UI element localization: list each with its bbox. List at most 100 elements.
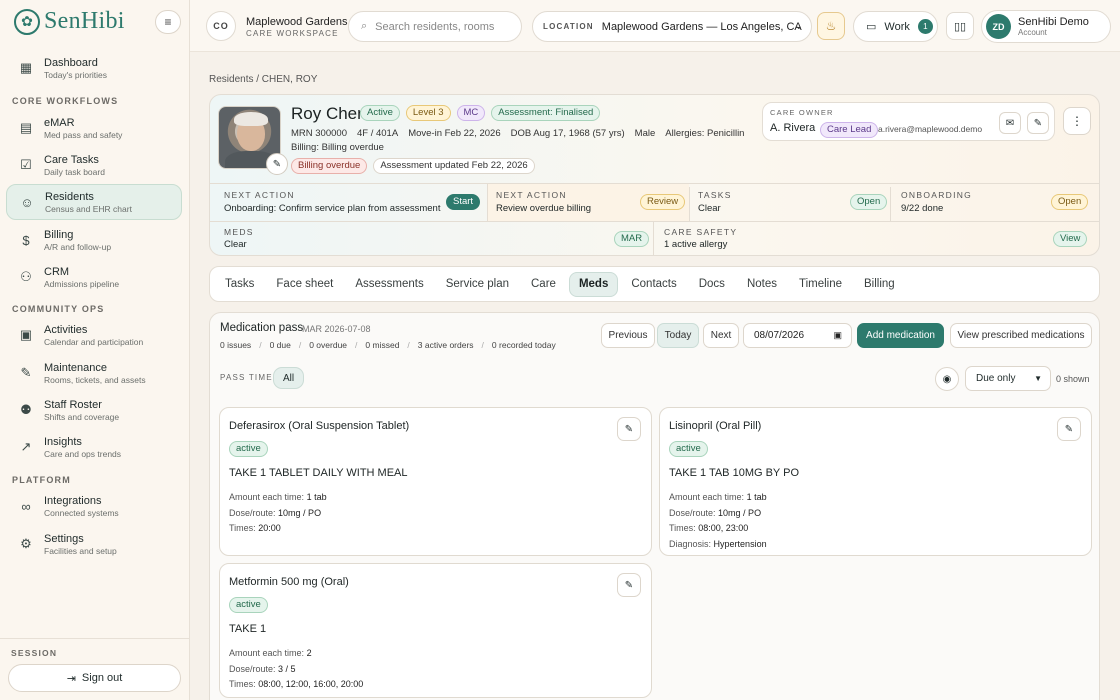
sidebar-item-billing[interactable]: $ Billing A/R and follow-up	[6, 222, 182, 258]
stat-missed: 0 missed	[365, 340, 400, 350]
stat-onboarding: ONBOARDING 9/22 done Open	[890, 187, 1099, 221]
medication-status-badge: active	[229, 597, 268, 613]
leaf-icon: ✿	[14, 8, 40, 35]
brand-logo[interactable]: ✿ SenHibi	[14, 8, 125, 35]
tab-face-sheet[interactable]: Face sheet	[267, 272, 342, 297]
start-button[interactable]: Start	[446, 194, 481, 210]
calendar-icon: ▣	[19, 327, 33, 342]
sidebar-item-staff-roster[interactable]: ⚉ Staff Roster Shifts and coverage	[6, 392, 182, 428]
location-select[interactable]: LOCATION Maplewood Gardens — Los Angeles…	[532, 11, 812, 42]
medication-name: Deferasirox (Oral Suspension Tablet)	[229, 420, 410, 432]
shown-count: 0 shown	[1056, 374, 1090, 384]
dose-label: Dose/route:	[669, 507, 716, 518]
checklist-icon: ☑	[20, 157, 32, 172]
sidebar-item-integrations[interactable]: ∞ Integrations Connected systems	[6, 488, 182, 524]
tasks-open-button[interactable]: Open	[850, 194, 888, 210]
visibility-toggle[interactable]: ◉	[935, 367, 959, 391]
view-prescribed-button[interactable]: View prescribed medications	[950, 323, 1092, 348]
previous-button[interactable]: Previous	[601, 323, 655, 348]
due-filter-value: Due only	[976, 373, 1016, 384]
assessment-badge: Assessment: Finalised	[491, 105, 601, 121]
tab-meds[interactable]: Meds	[568, 271, 619, 297]
tab-timeline[interactable]: Timeline	[790, 272, 851, 297]
pencil-icon: ✎	[1033, 117, 1043, 129]
sign-out-button[interactable]: ⇥ Sign out	[8, 664, 181, 692]
workspace-avatar[interactable]: CO	[206, 11, 236, 41]
edit-photo-button[interactable]: ✎	[266, 153, 288, 175]
sidebar-item-label: Maintenance	[44, 361, 107, 374]
next-button[interactable]: Next	[703, 323, 739, 348]
sidebar-item-maintenance[interactable]: ✎ Maintenance Rooms, tickets, and assets	[6, 355, 182, 391]
pass-time-all-chip[interactable]: All	[273, 367, 304, 389]
sidebar-item-emar[interactable]: ▤ eMAR Med pass and safety	[6, 110, 182, 146]
sidebar-item-sub: Daily task board	[44, 166, 105, 177]
medication-card: Metformin 500 mg (Oral) ✎ active TAKE 1 …	[219, 563, 652, 698]
amount-value: 1 tab	[746, 492, 767, 502]
add-medication-button[interactable]: Add medication	[857, 323, 944, 348]
alert-button[interactable]: ♨	[817, 12, 845, 40]
top-bar: CO Maplewood Gardens CARE WORKSPACE ⌕ Se…	[190, 0, 1120, 52]
menu-toggle-button[interactable]: ≡	[155, 10, 181, 34]
hamburger-icon: ≡	[164, 15, 172, 29]
tab-care[interactable]: Care	[522, 272, 565, 297]
account-menu[interactable]: ZD SenHibi Demo Account	[981, 10, 1111, 43]
edit-owner-button[interactable]: ✎	[1027, 112, 1049, 134]
email-button[interactable]: ✉	[999, 112, 1021, 134]
level-badge: Level 3	[405, 105, 451, 121]
sidebar-item-sub: Census and EHR chart	[45, 203, 132, 214]
edit-medication-button[interactable]: ✎	[617, 417, 641, 441]
medication-card: Lisinopril (Oral Pill) ✎ active TAKE 1 T…	[659, 407, 1092, 556]
stat-key: NEXT ACTION	[224, 190, 295, 200]
tab-service-plan[interactable]: Service plan	[437, 272, 518, 297]
tab-billing[interactable]: Billing	[855, 272, 904, 297]
status-badge: Active	[360, 105, 400, 121]
gear-icon: ⚙	[20, 536, 32, 551]
stat-value: Clear	[698, 203, 721, 214]
care-safety-view-button[interactable]: View	[1053, 231, 1088, 247]
sidebar-item-sub: Connected systems	[44, 507, 119, 518]
review-button[interactable]: Review	[640, 194, 686, 210]
section-core: CORE WORKFLOWS	[12, 96, 119, 106]
mar-button[interactable]: MAR	[614, 231, 650, 247]
date-input[interactable]: 08/07/2026 ▣	[743, 323, 852, 348]
tab-contacts[interactable]: Contacts	[622, 272, 685, 297]
book-icon: ▯▯	[953, 20, 967, 33]
tab-notes[interactable]: Notes	[738, 272, 786, 297]
pencil-icon: ✎	[624, 423, 634, 435]
onboarding-open-button[interactable]: Open	[1051, 194, 1089, 210]
sidebar-item-crm[interactable]: ⚇ CRM Admissions pipeline	[6, 259, 182, 295]
due-filter-select[interactable]: Due only ▼	[965, 366, 1051, 391]
search-input[interactable]: ⌕ Search residents, rooms	[348, 11, 522, 42]
inbox-icon: ▭	[866, 21, 877, 33]
work-button[interactable]: ▭ Work 1	[853, 11, 938, 42]
search-placeholder: Search residents, rooms	[375, 20, 495, 33]
more-options-button[interactable]: ⋮	[1063, 107, 1091, 135]
sidebar-item-residents[interactable]: ☺ Residents Census and EHR chart	[6, 184, 182, 220]
pencil-icon: ✎	[1064, 423, 1074, 435]
care-owner-label: CARE OWNER	[770, 108, 834, 117]
sidebar-item-sub: Shifts and coverage	[44, 411, 120, 422]
sidebar-item-settings[interactable]: ⚙ Settings Facilities and setup	[6, 526, 182, 562]
avatar: ZD	[986, 14, 1011, 39]
bell-icon: ♨	[825, 19, 837, 33]
sidebar-item-care-tasks[interactable]: ☑ Care Tasks Daily task board	[6, 147, 182, 183]
location-label: LOCATION	[543, 22, 594, 31]
breadcrumb[interactable]: Residents / CHEN, ROY	[209, 74, 317, 85]
medication-card: Deferasirox (Oral Suspension Tablet) ✎ a…	[219, 407, 652, 556]
tab-tasks[interactable]: Tasks	[216, 272, 263, 297]
docs-button[interactable]: ▯▯	[946, 12, 974, 40]
stat-meds: MEDS Clear MAR	[210, 221, 653, 255]
sidebar-item-dashboard[interactable]: ▦ Dashboard Today's priorities	[6, 50, 182, 86]
times-value: 20:00	[258, 523, 281, 533]
today-button[interactable]: Today	[657, 323, 699, 348]
mail-icon: ✉	[1005, 117, 1015, 129]
stat-value: Review overdue billing	[496, 203, 592, 214]
tab-assessments[interactable]: Assessments	[346, 272, 432, 297]
sidebar-item-activities[interactable]: ▣ Activities Calendar and participation	[6, 317, 182, 353]
edit-medication-button[interactable]: ✎	[617, 573, 641, 597]
pencil-icon: ✎	[272, 158, 282, 170]
chevron-down-icon: ⌄	[794, 21, 803, 32]
tab-docs[interactable]: Docs	[690, 272, 734, 297]
edit-medication-button[interactable]: ✎	[1057, 417, 1081, 441]
sidebar-item-insights[interactable]: ↗ Insights Care and ops trends	[6, 429, 182, 465]
